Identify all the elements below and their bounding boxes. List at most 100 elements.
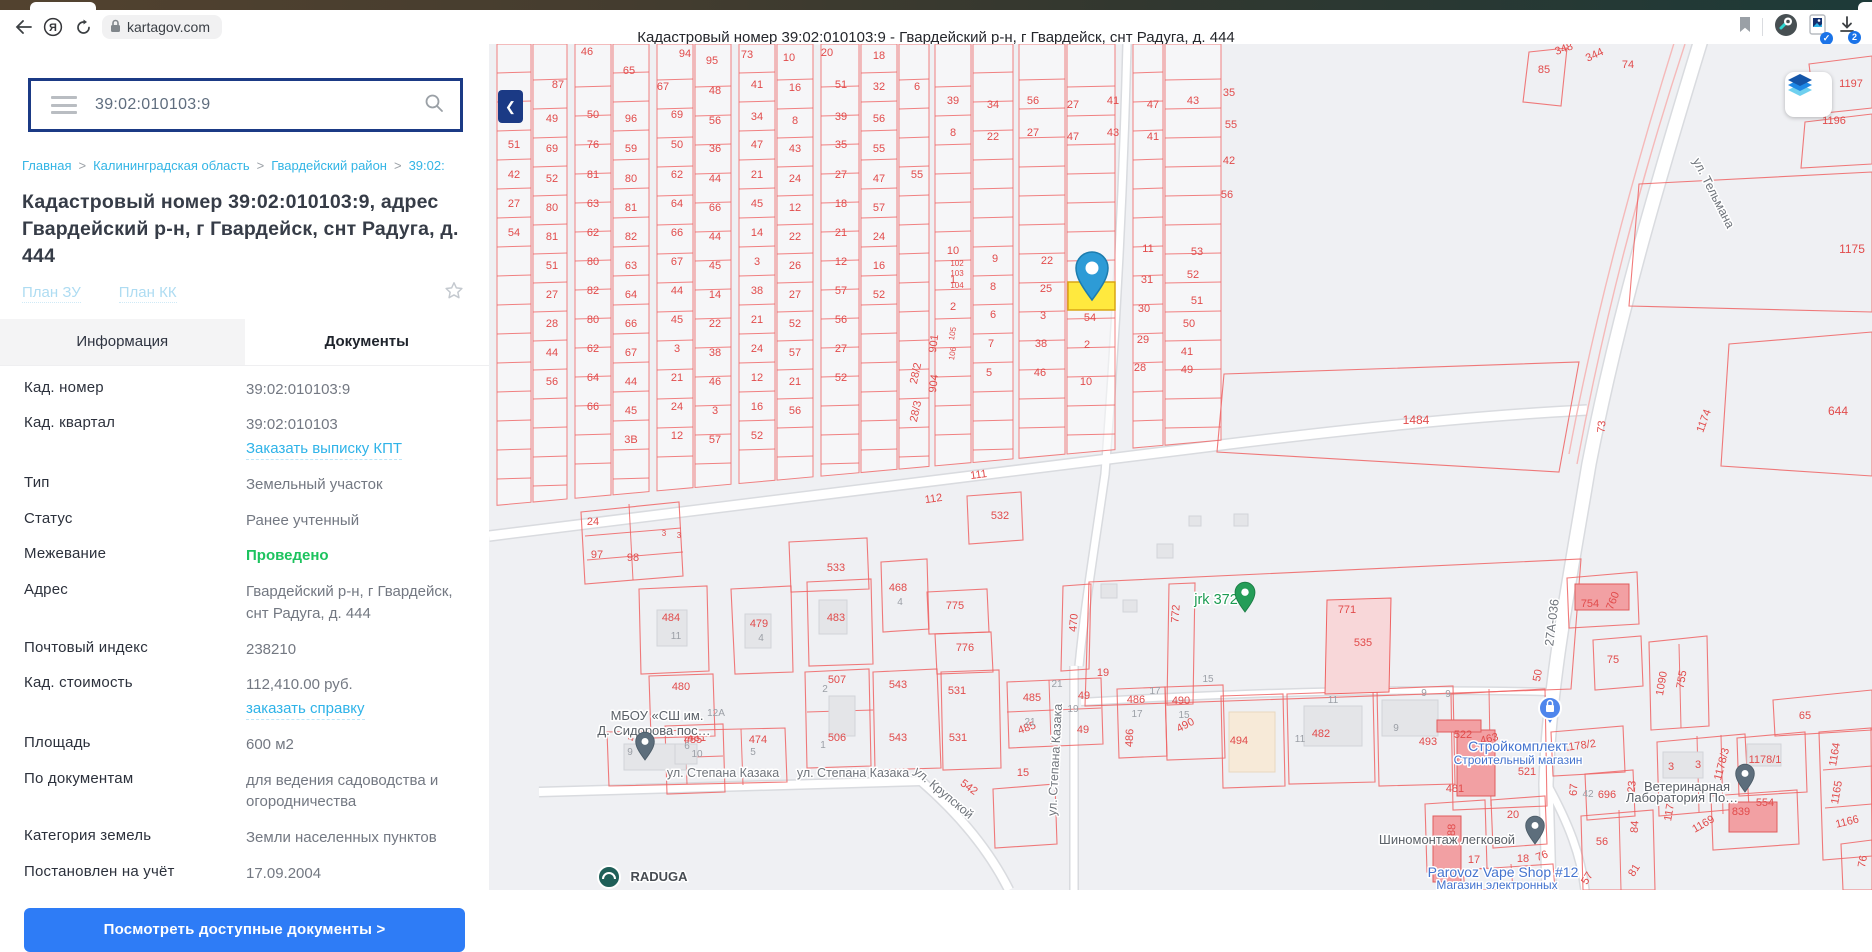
detail-label: Постановлен на учёт [24, 862, 175, 880]
map-parcel-number: 36 [709, 143, 721, 155]
detail-label: По документам [24, 769, 134, 787]
map-parcel-number: 12 [789, 202, 801, 214]
tab-information[interactable]: Информация [0, 318, 245, 365]
map-parcel-number: 46 [581, 46, 593, 58]
map-parcel-number: 62 [671, 169, 683, 181]
detail-value: для ведения садоводства и огородничества [246, 771, 439, 811]
detail-value: 112,410.00 руб. заказать справку [246, 674, 385, 720]
search-input[interactable] [93, 95, 424, 115]
map-address-number: 21 [1051, 679, 1063, 690]
map-parcel-number: 52 [1187, 269, 1199, 281]
map-address-number: 15 [1178, 710, 1190, 721]
browser-active-tab[interactable] [30, 2, 96, 10]
map-canvas[interactable]: 4694957310201887656748411651326224950966… [489, 44, 1872, 890]
cadastral-map[interactable]: 4694957310201887656748411651326224950966… [489, 44, 1872, 890]
map-parcel-number: 75 [1607, 654, 1619, 666]
map-parcel-number: 43 [789, 143, 801, 155]
search-icon[interactable] [424, 93, 444, 118]
map-parcel-number: 532 [991, 510, 1009, 522]
breadcrumb-item[interactable]: Главная [22, 158, 71, 173]
favorite-star-icon[interactable] [443, 280, 465, 307]
map-parcel-number: 6 [914, 81, 920, 93]
map-parcel-number: 16 [873, 260, 885, 272]
url-text[interactable]: kartagov.com [127, 19, 210, 35]
detail-label: Кад. номер [24, 378, 104, 396]
downloads-icon[interactable]: 2 [1838, 15, 1861, 44]
map-parcel-number: 95 [706, 55, 718, 67]
extensions-icon[interactable] [1773, 12, 1799, 43]
breadcrumb-item[interactable]: Калининградская область [93, 158, 250, 173]
map-parcel-number: 5 [986, 367, 992, 379]
map-parcel-number: 98 [627, 552, 639, 564]
detail-label: Тип [24, 473, 50, 491]
map-parcel-number: 3 [677, 531, 682, 540]
map-address-number: 9 [1445, 689, 1451, 700]
back-button[interactable] [8, 14, 38, 40]
map-parcel-number: 22 [1041, 255, 1053, 267]
map-parcel-number: 696 [1598, 789, 1616, 801]
sidebar-collapse-button[interactable]: ❮ [498, 90, 523, 123]
map-parcel-number: 772 [1169, 604, 1182, 623]
tab-documents[interactable]: Документы [244, 318, 489, 365]
reader-mode-icon[interactable]: ✓ [1809, 13, 1833, 45]
map-parcel-number: 34 [751, 111, 763, 123]
yandex-browser-icon[interactable]: Я [38, 14, 68, 40]
map-parcel-number: 35 [1223, 87, 1235, 99]
breadcrumb-item[interactable]: Гвардейский район [271, 158, 387, 173]
map-parcel-number: 24 [671, 401, 683, 413]
map-parcel-number: 80 [587, 256, 599, 268]
view-documents-button[interactable]: Посмотреть доступные документы > [24, 907, 465, 952]
detail-row: Тип Земельный участок [0, 467, 489, 503]
map-parcel-number: 50 [1183, 318, 1195, 330]
detail-link[interactable]: заказать справку [246, 699, 365, 720]
map-parcel-number: 26 [789, 260, 801, 272]
map-parcel-number: 52 [751, 430, 763, 442]
plan-zu-link[interactable]: План ЗУ [22, 284, 81, 303]
map-parcel-number: 3В [624, 434, 637, 446]
bookmark-icon[interactable] [1738, 16, 1752, 38]
map-parcel-number: 6 [990, 309, 996, 321]
map-layers-button[interactable] [1785, 72, 1832, 117]
map-parcel-number: 66 [625, 318, 637, 330]
detail-link[interactable]: Заказать выписку КПТ [246, 439, 403, 460]
address-bar[interactable]: kartagov.com [102, 15, 222, 39]
lock-icon[interactable] [110, 19, 121, 36]
map-parcel-number: 20 [821, 47, 833, 59]
map-address-number: 17 [1131, 709, 1143, 720]
menu-icon[interactable] [51, 96, 77, 114]
map-parcel-number: 56 [546, 376, 558, 388]
detail-value: 238210 [246, 640, 297, 658]
map-address-number: 4 [758, 633, 764, 644]
map-parcel-number: 14 [751, 227, 763, 239]
map-parcel-number: 50 [587, 109, 599, 121]
map-parcel-number: 44 [709, 173, 721, 185]
plan-kk-link[interactable]: План КК [118, 284, 177, 303]
map-parcel-number: 16 [789, 82, 801, 94]
map-address-number: 17 [1149, 686, 1161, 697]
map-parcel-number: 55 [1225, 119, 1237, 131]
map-parcel-number: 48 [709, 85, 721, 97]
map-parcel-number: 901 [927, 334, 941, 354]
map-parcel-number: 82 [625, 231, 637, 243]
map-address-number: 4 [897, 597, 903, 608]
map-parcel-number: 87 [552, 79, 564, 91]
map-parcel-number: 22 [987, 131, 999, 143]
detail-row: Категория земель Земли населенных пунктов [0, 820, 489, 856]
reload-button[interactable] [68, 14, 98, 40]
map-parcel-number: 3 [712, 405, 718, 417]
map-parcel-number: 56 [1221, 189, 1233, 201]
map-address-number: 9 [1421, 688, 1427, 699]
map-parcel-number: 51 [508, 139, 520, 151]
map-parcel-number: 80 [546, 202, 558, 214]
map-parcel-number: 49 [1181, 364, 1193, 376]
detail-label: Категория земель [24, 827, 152, 845]
map-parcel-number: 486 [1127, 694, 1145, 706]
map-parcel-number: 470 [1067, 613, 1081, 632]
breadcrumb-item[interactable]: 39:02: [409, 158, 445, 173]
map-parcel-number: 74 [1622, 59, 1634, 71]
breadcrumb-separator: > [393, 158, 402, 173]
map-parcel-number: 51 [1191, 295, 1203, 307]
map-parcel-number: 1178/1 [1749, 754, 1782, 766]
search-box[interactable] [28, 78, 463, 132]
map-parcel-number: 490 [1172, 695, 1190, 707]
